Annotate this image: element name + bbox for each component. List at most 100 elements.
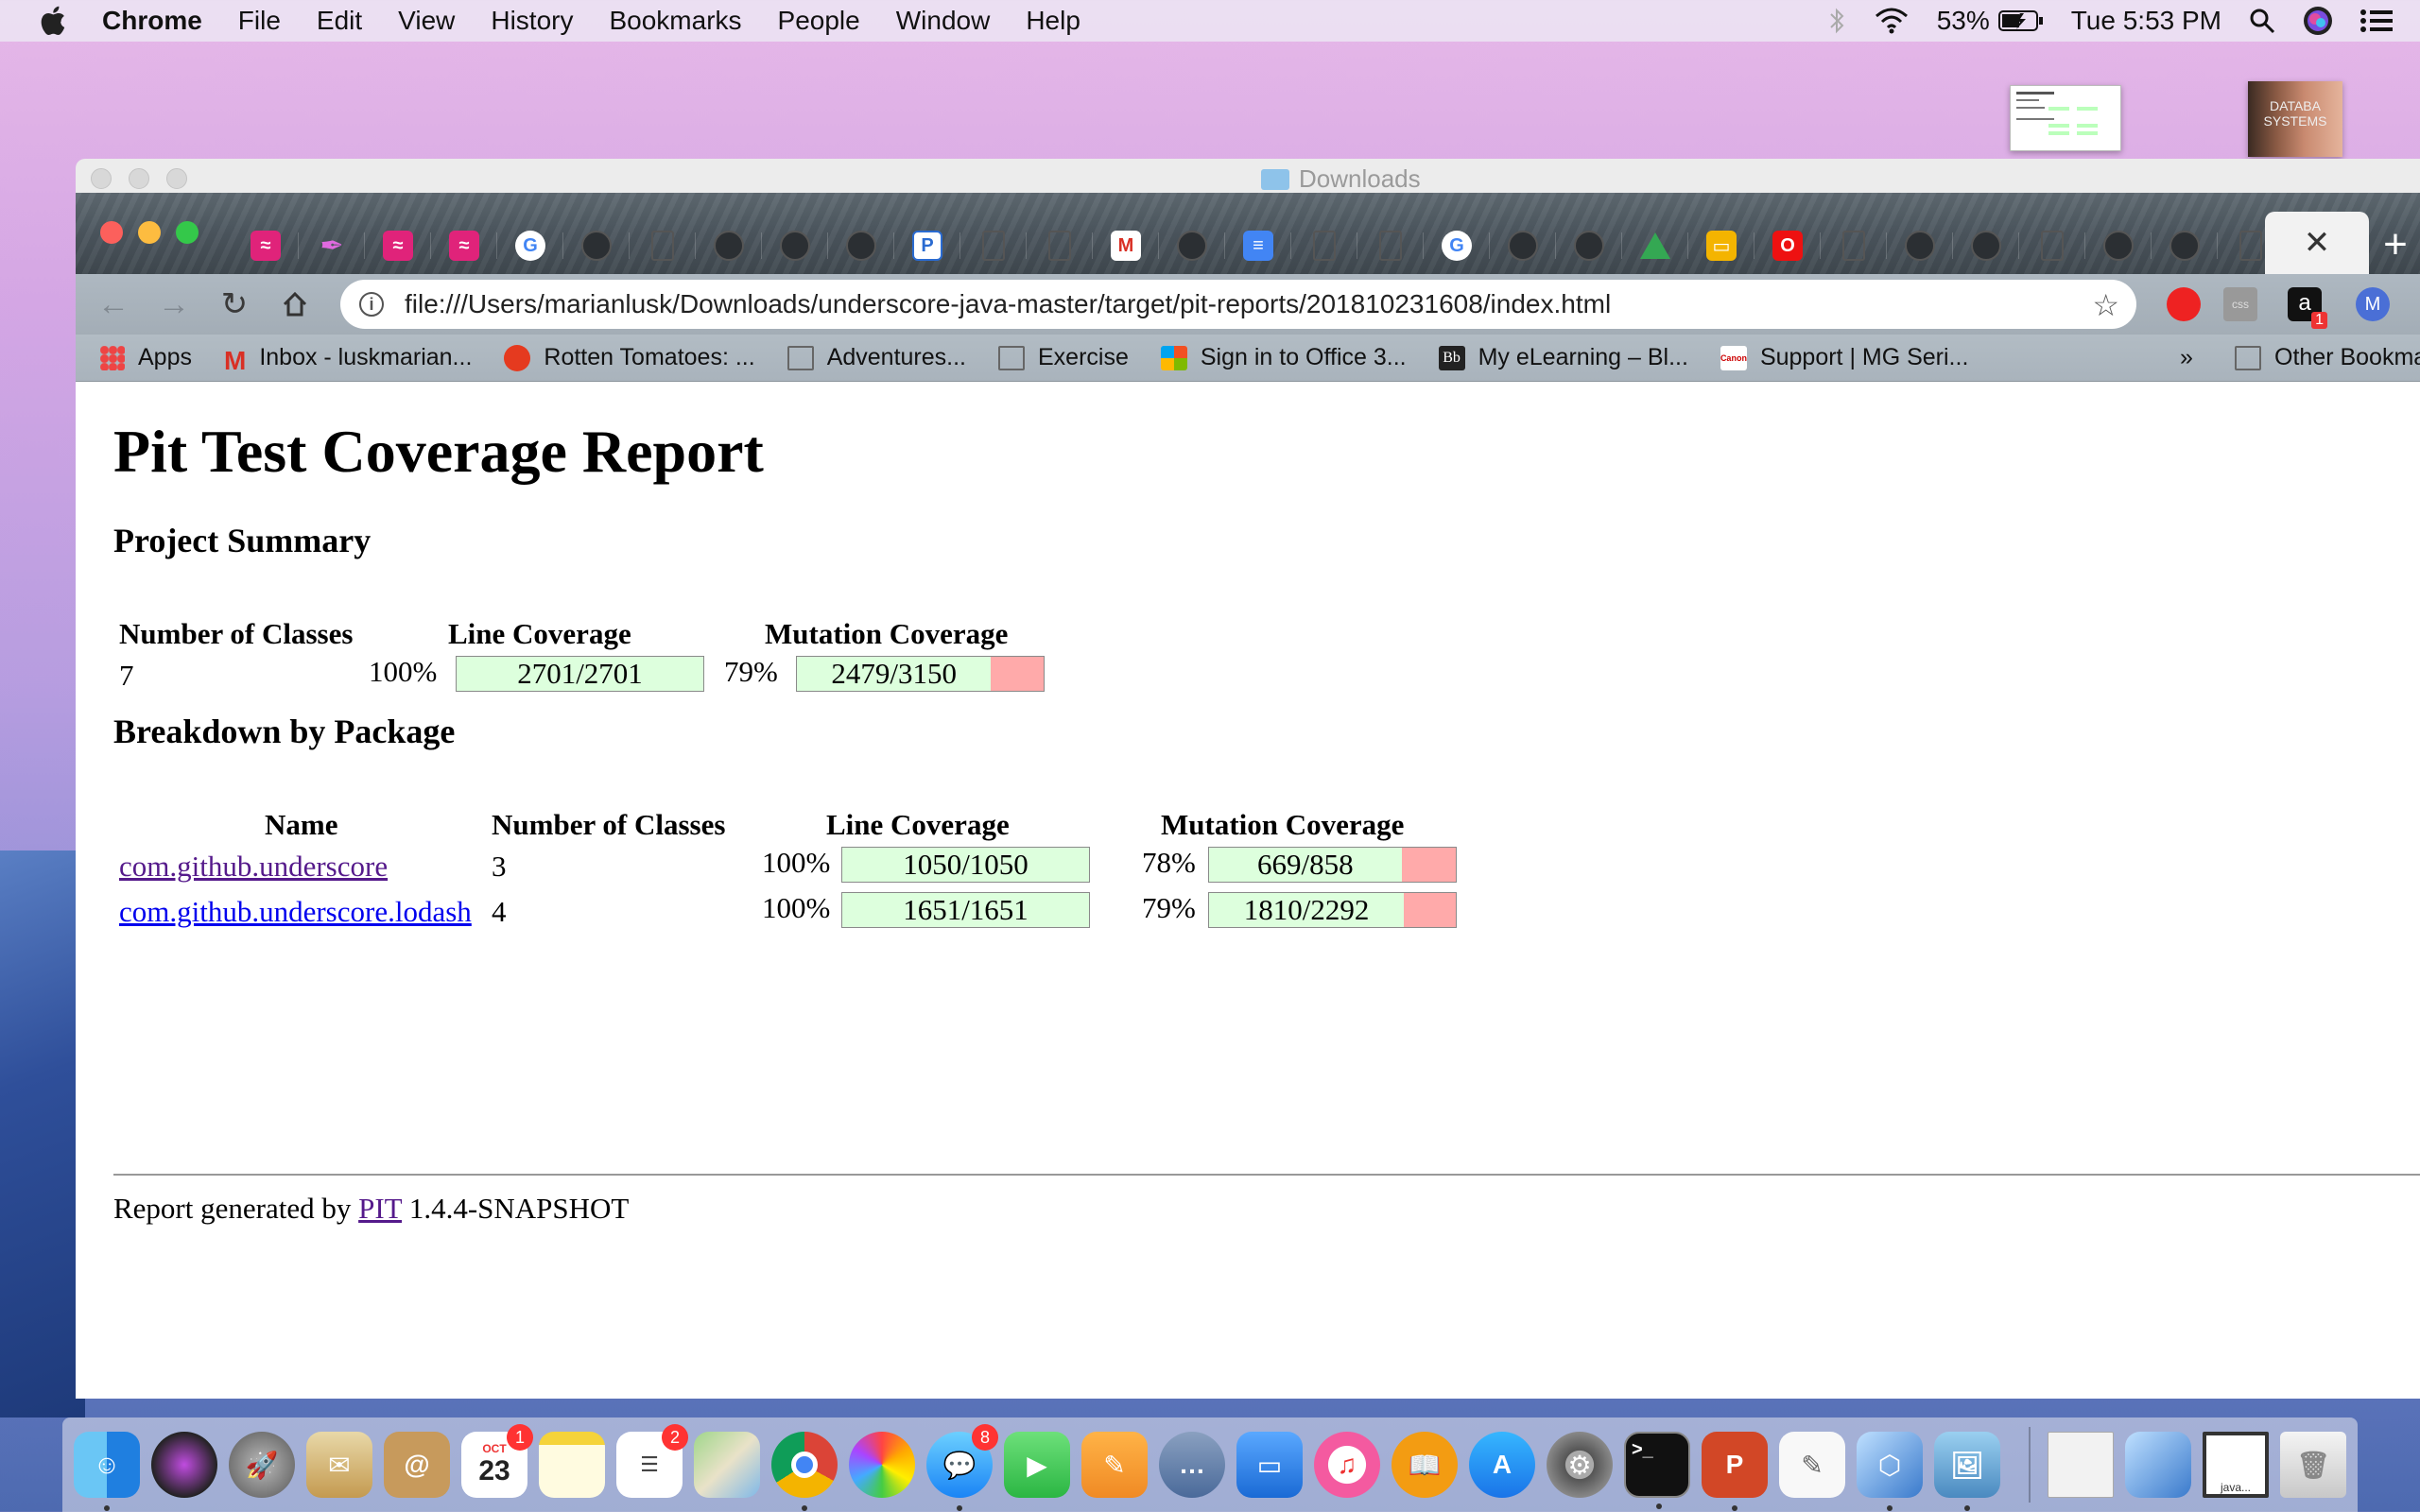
dock-chrome-icon[interactable] <box>771 1432 838 1511</box>
browser-tab[interactable] <box>1027 217 1093 274</box>
browser-tab[interactable] <box>1821 217 1887 274</box>
dock-maps-icon[interactable] <box>694 1432 760 1498</box>
dock-chat-icon[interactable]: … <box>1159 1432 1225 1498</box>
dock-launchpad-icon[interactable]: 🚀 <box>229 1432 295 1498</box>
menu-view[interactable]: View <box>398 6 455 36</box>
package-link-underscore[interactable]: com.github.underscore <box>119 850 388 884</box>
finder-close-button[interactable] <box>91 168 112 189</box>
bookmark-other-bookmarks[interactable]: Other Bookmarks <box>2235 344 2420 371</box>
menu-history[interactable]: History <box>491 6 573 36</box>
browser-tab[interactable]: O <box>1754 217 1821 274</box>
siri-icon[interactable] <box>2303 6 2333 36</box>
browser-tab[interactable] <box>563 217 630 274</box>
address-bar[interactable]: i file:///Users/marianlusk/Downloads/und… <box>340 280 2136 329</box>
bookmark-canon-support[interactable]: Canon Support | MG Seri... <box>1720 344 1968 371</box>
desktop-file-thumbnail-book[interactable]: DATABA SYSTEMS <box>2248 81 2342 157</box>
browser-tab[interactable] <box>696 217 762 274</box>
browser-tab[interactable] <box>1556 217 1622 274</box>
menu-file[interactable]: File <box>238 6 281 36</box>
browser-tab[interactable] <box>828 217 894 274</box>
browser-tab[interactable] <box>1953 217 2019 274</box>
extension-css-icon[interactable]: css <box>2223 287 2257 321</box>
forward-button[interactable]: → <box>144 274 204 335</box>
finder-minimize-button[interactable] <box>129 168 149 189</box>
bookmark-office[interactable]: Sign in to Office 3... <box>1160 344 1407 371</box>
browser-tab[interactable] <box>2085 217 2152 274</box>
notification-center-icon[interactable] <box>2360 8 2394 34</box>
dock-system-preferences-icon[interactable]: ⚙ <box>1547 1432 1613 1498</box>
browser-tab[interactable]: ≈ <box>233 217 299 274</box>
bookmark-adventures-folder[interactable]: Adventures... <box>786 344 966 371</box>
menu-window[interactable]: Window <box>896 6 991 36</box>
dock-itunes-icon[interactable]: ♫ <box>1314 1432 1380 1498</box>
menu-clock[interactable]: Tue 5:53 PM <box>2071 6 2221 36</box>
bluetooth-icon[interactable] <box>1827 7 1846 35</box>
dock-textedit-icon[interactable]: ✎ <box>1779 1432 1845 1498</box>
browser-tab[interactable]: ▭ <box>1688 217 1754 274</box>
bookmark-rotten-tomatoes[interactable]: Rotten Tomatoes: ... <box>504 344 755 371</box>
dock-reminders-icon[interactable]: ☰ 2 <box>616 1424 688 1498</box>
dock-keynote-icon[interactable]: ▭ <box>1236 1432 1303 1498</box>
bookmark-inbox[interactable]: M Inbox - luskmarian... <box>224 344 472 375</box>
address-url[interactable]: file:///Users/marianlusk/Downloads/under… <box>405 289 1611 319</box>
browser-tab[interactable]: P <box>894 217 960 274</box>
dock-powerpoint-icon[interactable]: P <box>1702 1432 1768 1511</box>
site-info-icon[interactable]: i <box>359 292 384 317</box>
browser-tab[interactable] <box>630 217 696 274</box>
menu-people[interactable]: People <box>778 6 860 36</box>
browser-tab[interactable] <box>762 217 828 274</box>
new-tab-button[interactable]: + <box>2369 221 2420 268</box>
extension-adblock-icon[interactable] <box>2167 287 2201 321</box>
bookmark-exercise-folder[interactable]: Exercise <box>998 344 1129 371</box>
battery-icon[interactable] <box>1997 9 2045 33</box>
menu-bookmarks[interactable]: Bookmarks <box>609 6 741 36</box>
dock-mail-icon[interactable]: ✉ <box>306 1432 372 1498</box>
battery-percentage[interactable]: 53% <box>1937 6 1990 36</box>
menu-edit[interactable]: Edit <box>317 6 362 36</box>
browser-tab[interactable]: G <box>497 217 563 274</box>
dock-pages-icon[interactable]: ✎ <box>1081 1432 1148 1498</box>
bookmark-apps[interactable]: Apps <box>100 344 192 371</box>
dock-virtualbox-icon[interactable]: ⬡ <box>1857 1432 1923 1511</box>
browser-tab[interactable] <box>1622 217 1688 274</box>
dock-messages-icon[interactable]: 💬 8 <box>926 1424 998 1511</box>
finder-zoom-button[interactable] <box>166 168 187 189</box>
browser-tab[interactable]: M <box>1093 217 1159 274</box>
dock-virtualbox-window-icon[interactable] <box>2125 1432 2191 1498</box>
desktop-file-thumbnail-report[interactable] <box>2010 85 2121 151</box>
window-zoom-button[interactable] <box>176 221 199 244</box>
dock-terminal-icon[interactable]: >_ <box>1624 1432 1690 1509</box>
browser-tab[interactable]: G <box>1424 217 1490 274</box>
browser-tab[interactable] <box>1887 217 1953 274</box>
bookmarks-overflow-button[interactable]: » <box>2180 344 2193 371</box>
dock-minimized-window-icon[interactable] <box>2048 1432 2114 1498</box>
package-link-underscore-lodash[interactable]: com.github.underscore.lodash <box>119 895 472 929</box>
menu-help[interactable]: Help <box>1026 6 1080 36</box>
browser-tab[interactable]: ≈ <box>365 217 431 274</box>
apple-menu-icon[interactable] <box>38 4 72 38</box>
back-button[interactable]: ← <box>83 274 144 335</box>
browser-tab[interactable]: ✒ <box>299 217 365 274</box>
profile-avatar[interactable]: M <box>2356 287 2390 321</box>
bookmark-elearning[interactable]: Bb My eLearning – Bl... <box>1438 344 1688 371</box>
dock-app-store-icon[interactable]: A <box>1469 1432 1535 1498</box>
spotlight-search-icon[interactable] <box>2248 7 2276 35</box>
bookmark-star-icon[interactable]: ☆ <box>2092 287 2119 323</box>
dock-facetime-icon[interactable]: ▶ <box>1004 1432 1070 1498</box>
home-button[interactable] <box>265 274 325 335</box>
browser-tab[interactable] <box>1159 217 1225 274</box>
browser-tab[interactable] <box>2019 217 2085 274</box>
browser-tab[interactable] <box>960 217 1027 274</box>
dock-trash-icon[interactable]: 🗑 <box>2280 1432 2346 1498</box>
active-tab[interactable]: ✕ <box>2265 212 2369 274</box>
tab-close-icon[interactable]: ✕ <box>2304 224 2331 262</box>
dock-notes-icon[interactable] <box>539 1432 605 1498</box>
dock-photos-icon[interactable] <box>849 1432 915 1498</box>
browser-tab[interactable] <box>1357 217 1424 274</box>
dock-java-window-icon[interactable]: java... <box>2203 1432 2269 1498</box>
window-minimize-button[interactable] <box>138 221 161 244</box>
browser-tab[interactable] <box>1291 217 1357 274</box>
dock-contacts-icon[interactable]: @ <box>384 1432 450 1498</box>
dock-finder-icon[interactable]: ☺ <box>74 1432 140 1511</box>
browser-tab[interactable] <box>1490 217 1556 274</box>
